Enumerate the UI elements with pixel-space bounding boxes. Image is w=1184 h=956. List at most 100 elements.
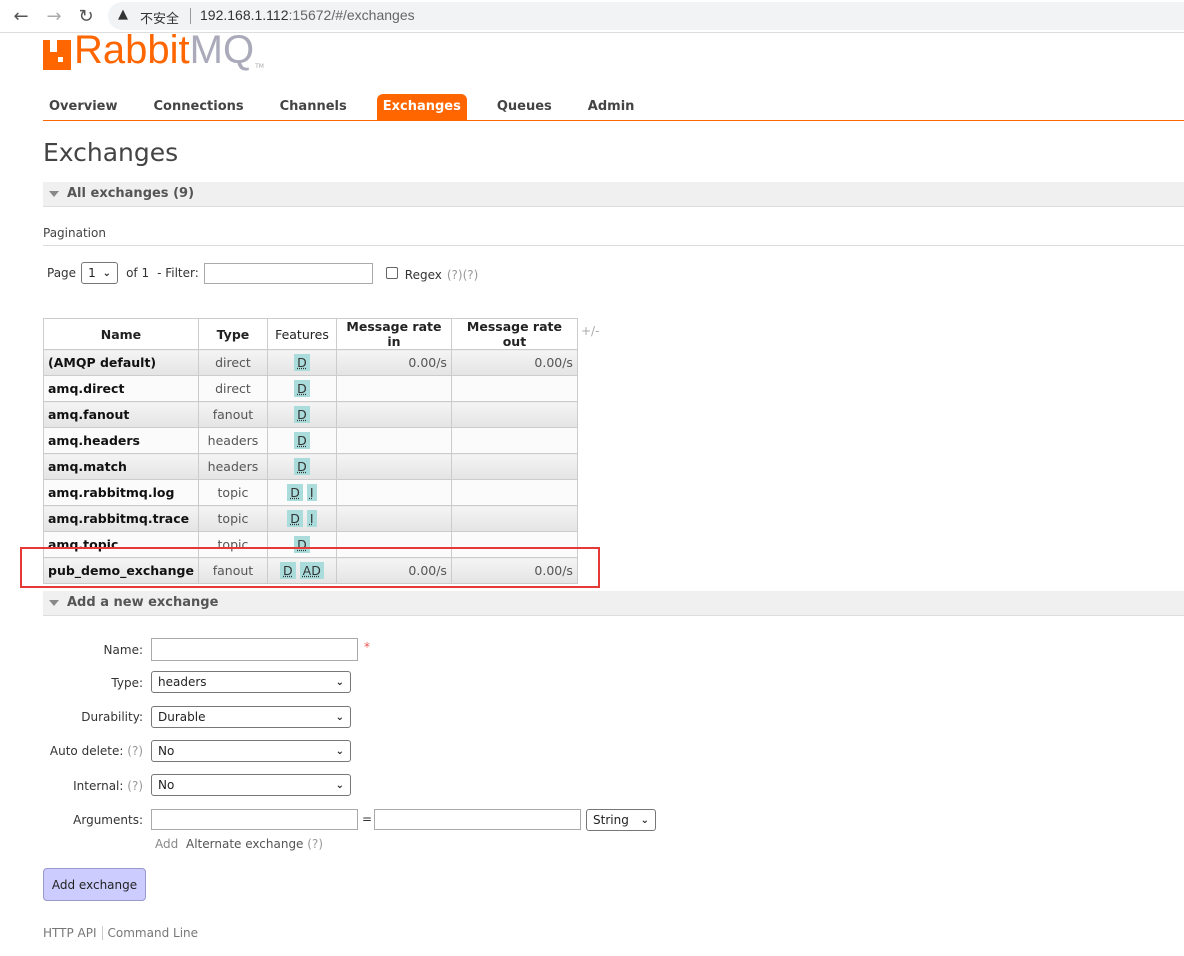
command-line-link[interactable]: Command Line	[108, 926, 199, 940]
exchange-type: headers	[197, 453, 268, 480]
forward-icon[interactable]: →	[44, 6, 64, 27]
rabbitmq-logo[interactable]: Rabbit MQ TM	[43, 30, 264, 70]
exchange-features: D	[266, 453, 337, 480]
regex-help-link[interactable]: (?)	[447, 268, 463, 282]
exchange-features: DI	[266, 505, 337, 532]
alternate-exchange-help-link[interactable]: (?)	[307, 837, 323, 851]
table-row[interactable]: amq.match headers D	[43, 453, 578, 480]
tab-connections[interactable]: Connections	[148, 94, 250, 120]
column-header-name[interactable]: Name	[43, 318, 199, 350]
tab-exchanges[interactable]: Exchanges	[376, 94, 467, 120]
column-toggle[interactable]: +/-	[581, 324, 599, 338]
argument-type-select[interactable]: String ⌄	[586, 809, 656, 831]
exchange-features: D	[266, 375, 337, 402]
rate-in: 0.00/s	[335, 349, 452, 376]
name-input[interactable]	[151, 638, 358, 661]
table-row[interactable]: amq.rabbitmq.log topic D I	[43, 479, 578, 506]
logo-text: Rabbit	[74, 28, 190, 72]
collapse-triangle-icon	[49, 190, 59, 197]
column-header-rate-in[interactable]: Message rate in	[335, 318, 452, 350]
exchange-name[interactable]: amq.fanout	[43, 401, 199, 428]
section-title: Add a new exchange	[67, 595, 219, 610]
rate-in	[335, 427, 452, 454]
divider	[101, 926, 103, 940]
argument-value-input[interactable]	[374, 809, 581, 830]
rate-out	[450, 427, 578, 454]
all-exchanges-section-toggle[interactable]: All exchanges (9)	[43, 182, 1184, 207]
add-exchange-section-toggle[interactable]: Add a new exchange	[43, 591, 1184, 616]
feature-badge: I	[306, 484, 317, 501]
durability-label: Durability:	[81, 710, 143, 724]
alternate-exchange-link[interactable]: Alternate exchange (?)	[186, 837, 323, 851]
auto-delete-help-link[interactable]: (?)	[127, 744, 143, 758]
exchange-name[interactable]: amq.match	[43, 453, 199, 480]
exchange-features: D	[266, 401, 337, 428]
add-argument-link[interactable]: Add	[155, 837, 178, 851]
tab-overview[interactable]: Overview	[43, 94, 124, 120]
rate-out	[450, 375, 578, 402]
rate-in	[335, 479, 452, 506]
rate-in	[335, 375, 452, 402]
internal-select[interactable]: No ⌄	[151, 774, 351, 796]
exchange-name[interactable]: amq.rabbitmq.log	[43, 479, 199, 506]
pagination-row: Page 1 ⌄ of 1 - Filter: Regex (?) (?)	[47, 262, 478, 284]
exchange-name[interactable]: (AMQP default)	[43, 349, 199, 376]
exchange-name[interactable]: amq.rabbitmq.trace	[43, 505, 199, 532]
filter-input[interactable]	[203, 262, 373, 284]
exchange-type: fanout	[197, 401, 268, 428]
column-header-type[interactable]: Type	[197, 318, 268, 350]
internal-text: Internal:	[73, 779, 124, 793]
chevron-down-icon: ⌄	[335, 779, 344, 791]
exchange-features: D	[266, 427, 337, 454]
alternate-exchange-text: Alternate exchange	[186, 837, 304, 851]
rate-in	[335, 453, 452, 480]
chevron-down-icon: ⌄	[640, 814, 649, 826]
add-exchange-button[interactable]: Add exchange	[43, 868, 146, 901]
tab-queues[interactable]: Queues	[491, 94, 558, 120]
internal-value: No	[158, 778, 175, 792]
table-row[interactable]: amq.headers headers D	[43, 427, 578, 454]
logo-text-accent: MQ	[189, 28, 255, 72]
column-header-rate-out[interactable]: Message rate out	[450, 318, 578, 350]
rabbit-logo-icon	[43, 40, 71, 70]
table-row[interactable]: amq.direct direct D	[43, 375, 578, 402]
table-row[interactable]: amq.rabbitmq.trace topic D I	[43, 505, 578, 532]
back-icon[interactable]: ←	[11, 6, 31, 27]
durability-select[interactable]: Durable ⌄	[151, 706, 351, 728]
regex-checkbox[interactable]	[385, 267, 398, 279]
column-header-features: Features	[266, 318, 337, 350]
auto-delete-value: No	[158, 744, 175, 758]
main-nav: Overview Connections Channels Exchanges …	[43, 94, 1184, 121]
internal-help-link[interactable]: (?)	[127, 779, 143, 793]
page-select[interactable]: 1 ⌄	[81, 262, 119, 284]
feature-badge: D	[294, 406, 310, 423]
arguments-label: Arguments:	[73, 813, 143, 827]
http-api-link[interactable]: HTTP API	[43, 926, 97, 940]
url-path: :15672/#/exchanges	[288, 7, 415, 23]
warning-triangle-icon[interactable]: ▲	[118, 7, 128, 22]
argument-key-input[interactable]	[151, 809, 358, 830]
rate-in	[335, 401, 452, 428]
exchange-name[interactable]: amq.direct	[43, 375, 199, 402]
page-title: Exchanges	[43, 138, 179, 167]
reload-icon[interactable]: ↻	[76, 6, 96, 27]
exchange-type: direct	[197, 375, 268, 402]
rate-out	[450, 401, 578, 428]
regex-help-link-2[interactable]: (?)	[463, 268, 479, 282]
auto-delete-select[interactable]: No ⌄	[151, 740, 351, 762]
table-row[interactable]: amq.fanout fanout D	[43, 401, 578, 428]
tab-channels[interactable]: Channels	[274, 94, 353, 120]
feature-badge: D	[294, 380, 310, 397]
url-text[interactable]: 192.168.1.112:15672/#/exchanges	[200, 7, 415, 23]
chevron-down-icon: ⌄	[102, 267, 112, 279]
tab-admin[interactable]: Admin	[582, 94, 641, 120]
logo-tm: TM	[255, 63, 264, 70]
type-select[interactable]: headers ⌄	[151, 671, 351, 693]
security-label[interactable]: 不安全	[140, 8, 179, 27]
internal-label: Internal: (?)	[73, 779, 143, 793]
exchange-name[interactable]: amq.headers	[43, 427, 199, 454]
exchange-features: DI	[266, 479, 337, 506]
table-row[interactable]: (AMQP default) direct D 0.00/s 0.00/s	[43, 349, 578, 376]
exchange-type: topic	[197, 479, 268, 506]
name-label: Name:	[103, 643, 143, 657]
